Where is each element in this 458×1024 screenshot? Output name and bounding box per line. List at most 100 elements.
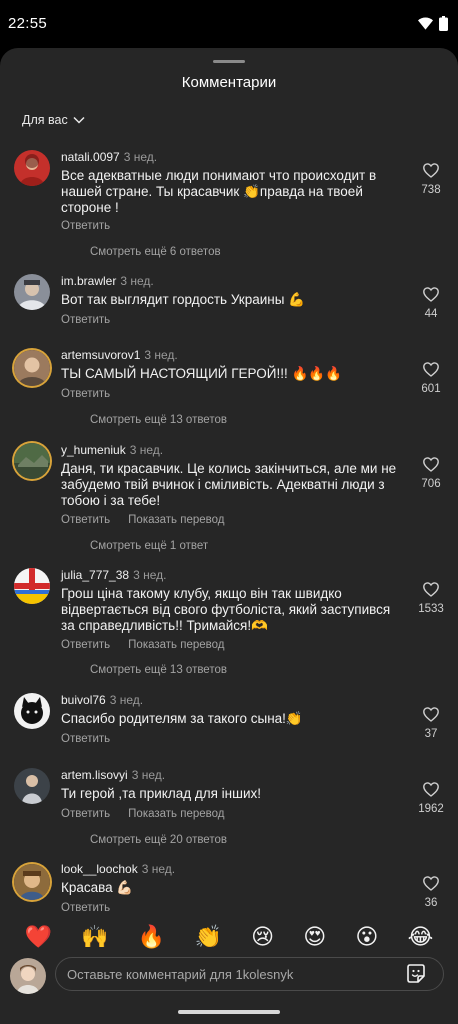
status-bar: 22:55 — [0, 0, 458, 48]
like-button[interactable]: 706 — [413, 457, 449, 490]
reaction-tears-of-joy[interactable]: 😂 — [408, 925, 434, 949]
avatar-image — [14, 768, 50, 804]
view-replies-link[interactable]: Смотреть ещё 13 ответов — [90, 664, 227, 676]
like-count: 706 — [421, 478, 441, 490]
sort-filter-dropdown[interactable]: Для вас — [22, 113, 85, 127]
comment-meta: julia_777_38 3 нед. — [61, 568, 166, 582]
comment-text: Красава 💪🏻 — [61, 880, 134, 895]
comment-composer — [0, 950, 458, 1000]
comment-actions: Ответить — [61, 733, 110, 745]
comment-username[interactable]: look__loochok — [61, 862, 138, 876]
avatar[interactable] — [14, 443, 50, 479]
avatar-image — [14, 568, 50, 604]
drag-handle[interactable] — [213, 60, 245, 63]
view-replies-link[interactable]: Смотреть ещё 20 ответов — [90, 834, 227, 846]
reaction-red-heart[interactable]: ❤️ — [25, 925, 52, 949]
avatar[interactable] — [14, 274, 50, 310]
battery-icon — [439, 16, 448, 31]
view-replies-link[interactable]: Смотреть ещё 6 ответов — [90, 246, 221, 258]
reply-button[interactable]: Ответить — [61, 808, 110, 820]
heart-outline-icon — [423, 782, 439, 797]
reaction-surprised-face[interactable]: 😮 — [355, 925, 378, 949]
avatar[interactable] — [14, 693, 50, 729]
like-button[interactable]: 601 — [413, 362, 449, 395]
wifi-icon — [418, 17, 433, 30]
comment-actions: Ответить — [61, 314, 110, 326]
avatar[interactable] — [14, 568, 50, 604]
reply-button[interactable]: Ответить — [61, 733, 110, 745]
translate-button[interactable]: Показать перевод — [128, 639, 224, 651]
avatar[interactable] — [14, 350, 50, 386]
like-count: 1962 — [418, 803, 444, 815]
avatar-image — [10, 958, 46, 994]
like-count: 738 — [421, 184, 441, 196]
heart-outline-icon — [423, 876, 439, 891]
avatar[interactable] — [14, 864, 50, 900]
comment-username[interactable]: artem.lisovyi — [61, 768, 128, 782]
comment-meta: natali.0097 3 нед. — [61, 150, 157, 164]
avatar[interactable] — [14, 150, 50, 186]
reply-button[interactable]: Ответить — [61, 220, 110, 232]
quick-reactions-bar: ❤️ 🙌 🔥 👏 😢 😍 😮 😂 — [0, 921, 458, 953]
comment-text: Все адекватные люди понимают что происхо… — [61, 168, 377, 215]
sticker-icon[interactable] — [405, 963, 427, 985]
reply-button[interactable]: Ответить — [61, 314, 110, 326]
comment-time: 3 нед. — [123, 150, 158, 164]
comment-actions: Ответить Показать перевод — [61, 639, 225, 651]
reaction-raised-hands[interactable]: 🙌 — [81, 925, 108, 949]
comment-actions: Ответить — [61, 220, 110, 232]
comment-actions: Ответить Показать перевод — [61, 808, 225, 820]
translate-button[interactable]: Показать перевод — [128, 514, 224, 526]
view-replies-link[interactable]: Смотреть ещё 13 ответов — [90, 414, 227, 426]
comment-actions: Ответить — [61, 902, 110, 914]
like-button[interactable]: 738 — [413, 163, 449, 196]
comment-text: Вот так выглядит гордость Украины 💪 — [61, 292, 305, 307]
like-count: 37 — [424, 728, 438, 740]
status-time: 22:55 — [8, 15, 48, 32]
like-button[interactable]: 44 — [413, 287, 449, 320]
avatar-image — [14, 864, 50, 900]
like-button[interactable]: 37 — [413, 707, 449, 740]
heart-outline-icon — [423, 163, 439, 178]
comment-username[interactable]: julia_777_38 — [61, 568, 129, 582]
heart-outline-icon — [423, 582, 439, 597]
comment-username[interactable]: artemsuvorov1 — [61, 348, 140, 362]
reply-button[interactable]: Ответить — [61, 902, 110, 914]
comment-input[interactable] — [55, 957, 444, 991]
comment-time: 3 нед. — [120, 274, 154, 288]
comment-time: 3 нед. — [144, 348, 178, 362]
comment-actions: Ответить Показать перевод — [61, 514, 225, 526]
avatar-image — [14, 150, 50, 186]
home-gesture-pill[interactable] — [178, 1010, 280, 1014]
reaction-clapping-hands[interactable]: 👏 — [194, 925, 221, 949]
chevron-down-icon — [73, 116, 85, 124]
current-user-avatar — [10, 958, 46, 994]
reaction-fire[interactable]: 🔥 — [138, 925, 165, 949]
comment-meta: look__loochok 3 нед. — [61, 862, 175, 876]
avatar-image — [14, 693, 50, 729]
comment-time: 3 нед. — [133, 568, 167, 582]
reaction-heart-eyes[interactable]: 😍 — [303, 925, 326, 949]
like-button[interactable]: 1533 — [413, 582, 449, 615]
comment-username[interactable]: y_humeniuk — [61, 443, 126, 457]
comment-meta: artem.lisovyi 3 нед. — [61, 768, 165, 782]
like-button[interactable]: 36 — [413, 876, 449, 909]
reply-button[interactable]: Ответить — [61, 514, 110, 526]
comment-time: 3 нед. — [141, 862, 176, 876]
comment-text: Даня, ти красавчик. Це колись закінчитьс… — [61, 461, 397, 508]
comment-username[interactable]: natali.0097 — [61, 150, 120, 164]
like-button[interactable]: 1962 — [413, 782, 449, 815]
view-replies-link[interactable]: Смотреть ещё 1 ответ — [90, 540, 208, 552]
heart-outline-icon — [423, 707, 439, 722]
reaction-crying-face[interactable]: 😢 — [251, 925, 274, 949]
comment-username[interactable]: im.brawler — [61, 274, 116, 288]
comment-meta: y_humeniuk 3 нед. — [61, 443, 163, 457]
reply-button[interactable]: Ответить — [61, 388, 110, 400]
comment-time: 3 нед. — [131, 768, 166, 782]
comment-actions: Ответить — [61, 388, 110, 400]
reply-button[interactable]: Ответить — [61, 639, 110, 651]
translate-button[interactable]: Показать перевод — [128, 808, 224, 820]
comment-username[interactable]: buivol76 — [61, 693, 106, 707]
avatar[interactable] — [14, 768, 50, 804]
like-count: 36 — [424, 897, 438, 909]
